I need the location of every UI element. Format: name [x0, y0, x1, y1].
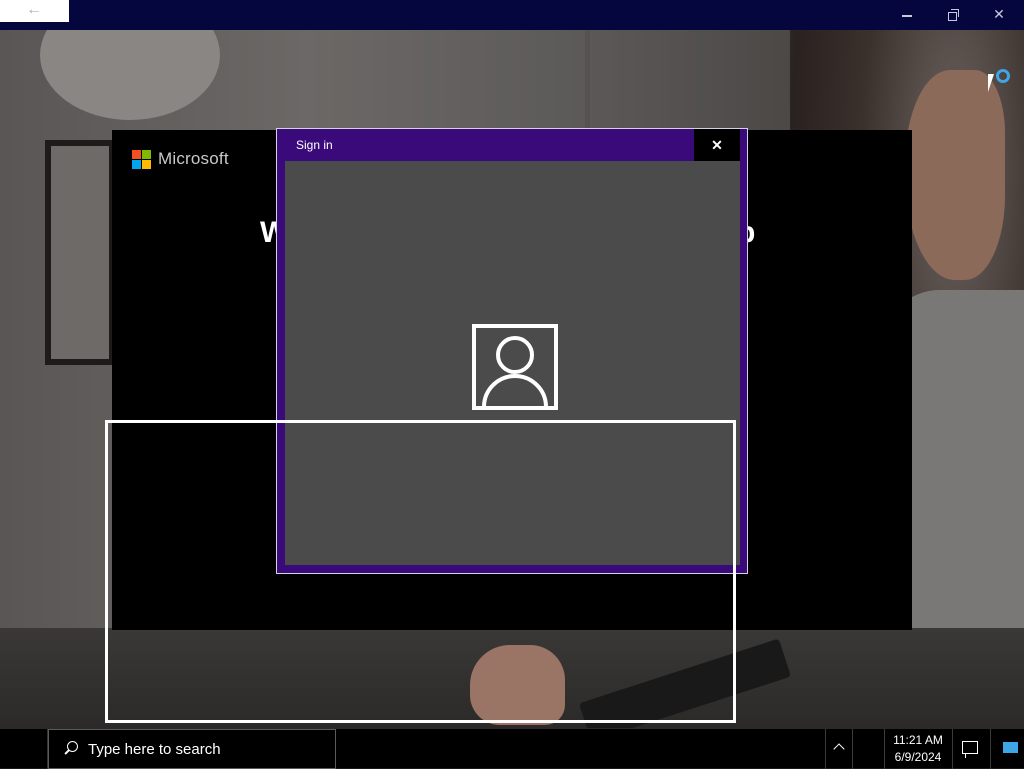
person-face-graphic [905, 70, 1005, 280]
cortana-ring-icon [996, 69, 1010, 83]
close-icon: ✕ [711, 137, 723, 153]
search-placeholder: Type here to search [88, 741, 221, 758]
back-arrow-icon: ← [26, 1, 42, 18]
desktop-icon [1003, 742, 1018, 753]
chevron-up-icon [833, 743, 845, 755]
wall-clock-graphic [40, 30, 220, 120]
close-icon: ✕ [993, 6, 1005, 22]
taskbar: Type here to search 11:21 AM 6/9/2024 [0, 728, 1024, 769]
window-close-button[interactable]: ✕ [976, 0, 1022, 30]
action-center-button[interactable] [954, 729, 986, 769]
start-button[interactable] [0, 729, 48, 769]
back-button[interactable]: ← [0, 0, 69, 22]
mouse-cursor-icon [988, 74, 994, 92]
minimize-button[interactable] [884, 0, 930, 30]
window-titlebar: ← ✕ [0, 0, 1024, 30]
clock-date: 6/9/2024 [894, 750, 942, 764]
taskbar-clock[interactable]: 11:21 AM 6/9/2024 [886, 732, 950, 768]
user-account-icon [472, 324, 558, 410]
microsoft-logo-icon [132, 150, 152, 170]
show-desktop-button[interactable] [998, 729, 1024, 769]
show-hidden-icons-button[interactable] [826, 729, 852, 769]
search-icon [63, 741, 79, 757]
restore-icon [948, 9, 959, 22]
minimize-icon [902, 15, 912, 18]
clock-time: 11:21 AM [893, 733, 943, 747]
restore-button[interactable] [930, 0, 976, 30]
highlight-box [105, 420, 736, 723]
dialog-close-button[interactable]: ✕ [694, 129, 740, 161]
brand-name: Microsoft [158, 149, 229, 168]
dialog-title: Sign in [296, 138, 333, 152]
picture-frame-graphic [45, 140, 115, 365]
taskbar-search-box[interactable]: Type here to search [48, 729, 336, 769]
